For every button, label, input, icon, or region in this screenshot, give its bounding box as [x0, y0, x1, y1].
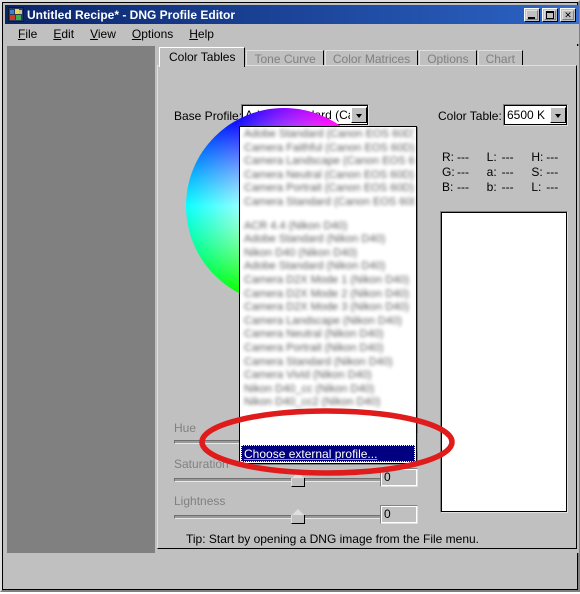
menu-item-help[interactable]: Help — [181, 25, 222, 43]
dropdown-item[interactable]: Camera D2X Mode 2 (Nikon D40) — [244, 288, 414, 302]
dropdown-item[interactable]: Nikon D40_cc2 (Nikon D40) — [244, 396, 414, 410]
readout-value-L: --- — [501, 150, 514, 164]
application-window: Untitled Recipe* - DNG Profile Editor ✕ … — [0, 0, 580, 592]
readout-key-s: S: — [531, 165, 543, 179]
menu-bar: File Edit View Options Help — [5, 24, 579, 44]
dropdown-item[interactable] — [244, 210, 414, 220]
color-table-preview[interactable] — [440, 211, 568, 513]
dropdown-item[interactable]: Nikon D40_cc (Nikon D40) — [244, 383, 414, 397]
status-tip: Tip: Start by opening a DNG image from t… — [186, 532, 480, 546]
window-controls: ✕ — [524, 7, 577, 22]
close-icon: ✕ — [564, 9, 572, 20]
dropdown-item[interactable]: Adobe Standard (Nikon D40) — [244, 233, 414, 247]
saturation-label: Saturation — [174, 457, 229, 471]
readout-key-g: G: — [442, 165, 455, 179]
dropdown-item[interactable]: Camera D2X Mode 3 (Nikon D40) — [244, 301, 414, 315]
dropdown-item[interactable]: Camera Standard (Canon EOS 60D) — [244, 196, 414, 210]
dropdown-item[interactable]: Camera Standard (Nikon D40) — [244, 356, 414, 370]
saturation-value-field[interactable]: 0 — [380, 468, 418, 487]
color-table-combobox[interactable]: 6500 K — [503, 104, 568, 126]
dropdown-item[interactable]: Adobe Standard (Canon EOS 60D) — [244, 128, 414, 142]
color-table-value: 6500 K — [507, 108, 546, 122]
dng-profile-editor-icon — [8, 7, 24, 22]
dropdown-item[interactable]: Camera Portrait (Nikon D40) — [244, 342, 414, 356]
menu-item-file[interactable]: File — [10, 25, 45, 43]
minimize-button[interactable] — [524, 7, 540, 22]
readout-key-l: L: — [531, 180, 542, 194]
chevron-down-icon[interactable] — [351, 107, 367, 123]
tab-strip: Color Tables Tone Curve Color Matrices O… — [159, 47, 524, 67]
readout-key-L: L: — [486, 150, 497, 164]
chevron-down-icon[interactable] — [550, 107, 566, 123]
dropdown-item[interactable]: Camera Vivid (Nikon D40) — [244, 369, 414, 383]
dropdown-item[interactable]: ACR 4.4 (Nikon D40) — [244, 220, 414, 234]
window-title: Untitled Recipe* - DNG Profile Editor — [27, 7, 236, 22]
readout-key-h: H: — [531, 150, 544, 164]
color-readout: R: --- L: --- H: --- G: --- a: --- S: --… — [442, 150, 576, 195]
dropdown-item[interactable]: Camera Neutral (Canon EOS 60D) — [244, 169, 414, 183]
image-preview-panel[interactable] — [7, 46, 157, 553]
lightness-value-field[interactable]: 0 — [380, 505, 418, 524]
lightness-label: Lightness — [174, 494, 226, 508]
readout-value-s: --- — [546, 165, 559, 179]
base-profile-label: Base Profile: — [174, 109, 243, 123]
menu-item-options[interactable]: Options — [124, 25, 181, 43]
dropdown-item[interactable]: Camera Neutral (Nikon D40) — [244, 328, 414, 342]
editor-content-area: Color Tables Tone Curve Color Matrices O… — [155, 46, 579, 553]
close-button[interactable]: ✕ — [560, 7, 576, 22]
color-tables-panel: Base Profile: Adobe Standard (Canon EOS … — [157, 65, 577, 549]
dropdown-item-list[interactable]: Adobe Standard (Canon EOS 60D) Camera Fai… — [240, 127, 416, 410]
readout-key-b: B: — [442, 180, 454, 194]
readout-key-a: a: — [486, 165, 497, 179]
menu-item-edit[interactable]: Edit — [45, 25, 82, 43]
readout-key-r: R: — [442, 150, 454, 164]
dropdown-item[interactable]: Camera Landscape (Nikon D40) — [244, 315, 414, 329]
tab-color-tables[interactable]: Color Tables — [159, 47, 246, 67]
readout-value-l: --- — [546, 180, 559, 194]
dropdown-item[interactable]: Adobe Standard (Nikon D40) — [244, 260, 414, 274]
dropdown-item-choose-external-profile[interactable]: Choose external profile... — [241, 445, 415, 462]
title-bar: Untitled Recipe* - DNG Profile Editor ✕ — [5, 5, 579, 24]
readout-value-h: --- — [546, 150, 559, 164]
maximize-button[interactable] — [542, 7, 558, 22]
readout-key-blab: b: — [486, 180, 497, 194]
readout-value-g: --- — [456, 165, 469, 179]
dropdown-item[interactable]: Camera D2X Mode 1 (Nikon D40) — [244, 274, 414, 288]
dropdown-item[interactable]: Camera Landscape (Canon EOS 60D) — [244, 155, 414, 169]
readout-value-blab: --- — [501, 180, 514, 194]
readout-value-r: --- — [456, 150, 469, 164]
dropdown-item[interactable]: Camera Faithful (Canon EOS 60D) — [244, 142, 414, 156]
color-table-label: Color Table: — [438, 109, 502, 123]
base-profile-dropdown-list[interactable]: Adobe Standard (Canon EOS 60D) Camera Fai… — [239, 126, 417, 464]
menu-item-view[interactable]: View — [82, 25, 124, 43]
readout-row: B: --- b: --- L: --- — [442, 180, 576, 195]
lightness-slider-thumb[interactable] — [291, 509, 305, 524]
hue-label: Hue — [174, 421, 197, 435]
readout-value-b: --- — [456, 180, 469, 194]
saturation-slider-thumb[interactable] — [291, 472, 305, 487]
readout-row: R: --- L: --- H: --- — [442, 150, 576, 165]
dropdown-item[interactable]: Nikon D40 (Nikon D40) — [244, 247, 414, 261]
readout-row: G: --- a: --- S: --- — [442, 165, 576, 180]
readout-value-a: --- — [501, 165, 514, 179]
dropdown-selected-label: Choose external profile... — [244, 446, 378, 461]
dropdown-item[interactable]: Camera Portrait (Canon EOS 60D) — [244, 182, 414, 196]
